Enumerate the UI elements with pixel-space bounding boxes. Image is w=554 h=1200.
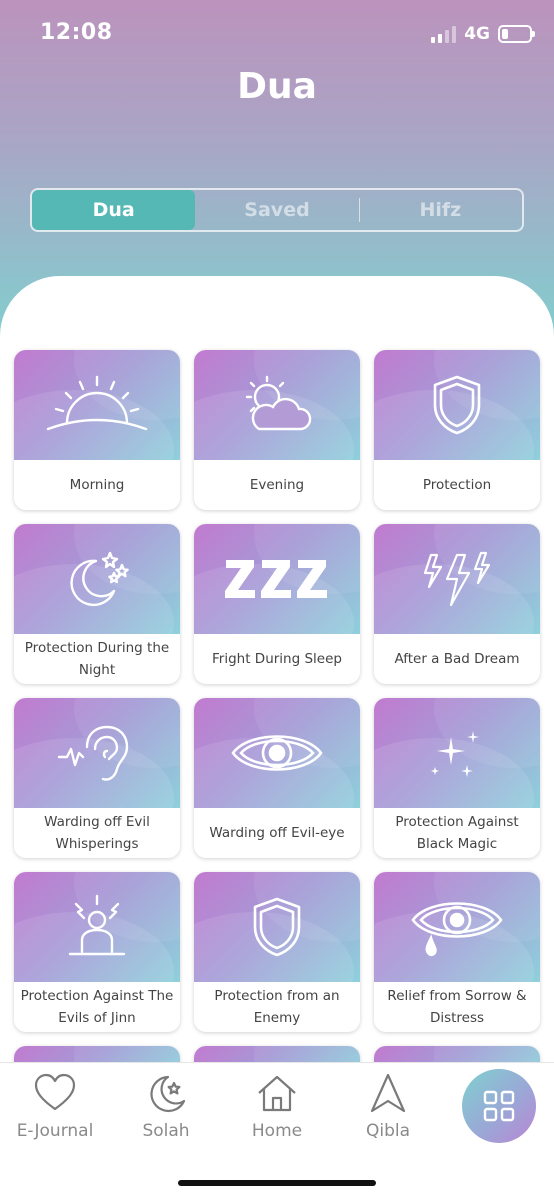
card-label: Protection Against Black Magic bbox=[395, 814, 519, 852]
card-label: Protection During the Night bbox=[24, 640, 170, 678]
category-card-black-magic[interactable]: Protection Against Black Magic bbox=[374, 698, 540, 858]
content-panel: Morning Evening Protection Protection Du… bbox=[0, 276, 554, 1066]
category-card-morning[interactable]: Morning bbox=[14, 350, 180, 510]
page-title: Dua bbox=[237, 66, 317, 107]
card-label: Warding off Evil Whisperings bbox=[44, 814, 150, 852]
card-image bbox=[194, 698, 360, 808]
card-image bbox=[194, 350, 360, 460]
tab-label: Qibla bbox=[365, 1121, 411, 1141]
category-card-protection[interactable]: Protection bbox=[374, 350, 540, 510]
card-label: Protection Against The Evils of Jinn bbox=[20, 988, 174, 1026]
card-label: Relief from Sorrow & Distress bbox=[387, 988, 527, 1026]
heart-icon bbox=[34, 1073, 76, 1111]
home-indicator[interactable] bbox=[178, 1180, 376, 1186]
card-image bbox=[194, 872, 360, 982]
sunrise-icon bbox=[46, 375, 148, 431]
card-label: Protection bbox=[422, 477, 492, 493]
tab-saved[interactable]: Saved bbox=[195, 190, 358, 230]
card-image bbox=[374, 698, 540, 808]
category-card-evening[interactable]: Evening bbox=[194, 350, 360, 510]
status-time: 12:08 bbox=[40, 20, 113, 45]
zzz-icon bbox=[225, 560, 327, 598]
lightning-icon bbox=[423, 551, 491, 607]
crying-eye-icon bbox=[411, 902, 503, 957]
tab-qibla[interactable]: Qibla bbox=[333, 1073, 443, 1141]
segmented-control: Dua Saved Hifz bbox=[30, 188, 524, 232]
battery-icon bbox=[498, 25, 535, 43]
tab-e-journal[interactable]: E-Journal bbox=[0, 1073, 110, 1141]
card-label: Fright During Sleep bbox=[212, 651, 342, 667]
sun-cloud-icon bbox=[245, 375, 312, 431]
grid-menu-icon bbox=[483, 1090, 515, 1122]
menu-grid-button[interactable] bbox=[462, 1069, 536, 1143]
category-card-evil-whisperings[interactable]: Warding off Evil Whisperings bbox=[14, 698, 180, 858]
card-label: Warding off Evil-eye bbox=[209, 825, 345, 841]
tab-home[interactable]: Home bbox=[222, 1073, 332, 1141]
card-image bbox=[374, 524, 540, 634]
tab-solah[interactable]: Solah bbox=[111, 1073, 221, 1141]
category-card-bad-dream[interactable]: After a Bad Dream bbox=[374, 524, 540, 684]
ear-icon bbox=[57, 725, 129, 781]
card-image bbox=[374, 350, 540, 460]
card-image bbox=[14, 698, 180, 808]
card-label: Morning bbox=[69, 477, 125, 493]
shield-icon bbox=[253, 897, 301, 957]
card-label: Protection from an Enemy bbox=[214, 988, 340, 1026]
card-image bbox=[14, 350, 180, 460]
network-type: 4G bbox=[464, 24, 490, 44]
card-image bbox=[194, 524, 360, 634]
card-label: After a Bad Dream bbox=[394, 651, 520, 667]
tab-label: Solah bbox=[142, 1121, 190, 1141]
tab-label: E-Journal bbox=[16, 1121, 94, 1141]
card-image bbox=[14, 872, 180, 982]
tab-hifz[interactable]: Hifz bbox=[358, 190, 522, 230]
moon-stars-icon bbox=[70, 551, 129, 607]
eye-icon bbox=[231, 735, 323, 771]
tab-label: Home bbox=[251, 1121, 303, 1141]
category-card-evil-eye[interactable]: Warding off Evil-eye bbox=[194, 698, 360, 858]
shield-icon bbox=[433, 375, 481, 435]
status-indicators: 4G bbox=[431, 22, 535, 46]
signal-icon bbox=[431, 25, 457, 43]
compass-arrow-icon bbox=[370, 1073, 406, 1113]
alarmed-person-icon bbox=[68, 894, 126, 956]
category-card-protection-night[interactable]: Protection During the Night bbox=[14, 524, 180, 684]
category-card-enemy[interactable]: Protection from an Enemy bbox=[194, 872, 360, 1032]
card-image bbox=[374, 872, 540, 982]
status-bar: 12:08 4G bbox=[0, 0, 554, 68]
category-card-fright-sleep[interactable]: Fright During Sleep bbox=[194, 524, 360, 684]
category-card-evils-jinn[interactable]: Protection Against The Evils of Jinn bbox=[14, 872, 180, 1032]
category-card-sorrow-distress[interactable]: Relief from Sorrow & Distress bbox=[374, 872, 540, 1032]
card-image bbox=[14, 524, 180, 634]
category-grid: Morning Evening Protection Protection Du… bbox=[14, 350, 540, 1066]
sparkles-icon bbox=[431, 731, 479, 777]
crescent-star-icon bbox=[150, 1075, 186, 1113]
card-label: Evening bbox=[249, 477, 305, 493]
home-icon bbox=[258, 1075, 296, 1112]
tab-dua[interactable]: Dua bbox=[32, 190, 196, 230]
